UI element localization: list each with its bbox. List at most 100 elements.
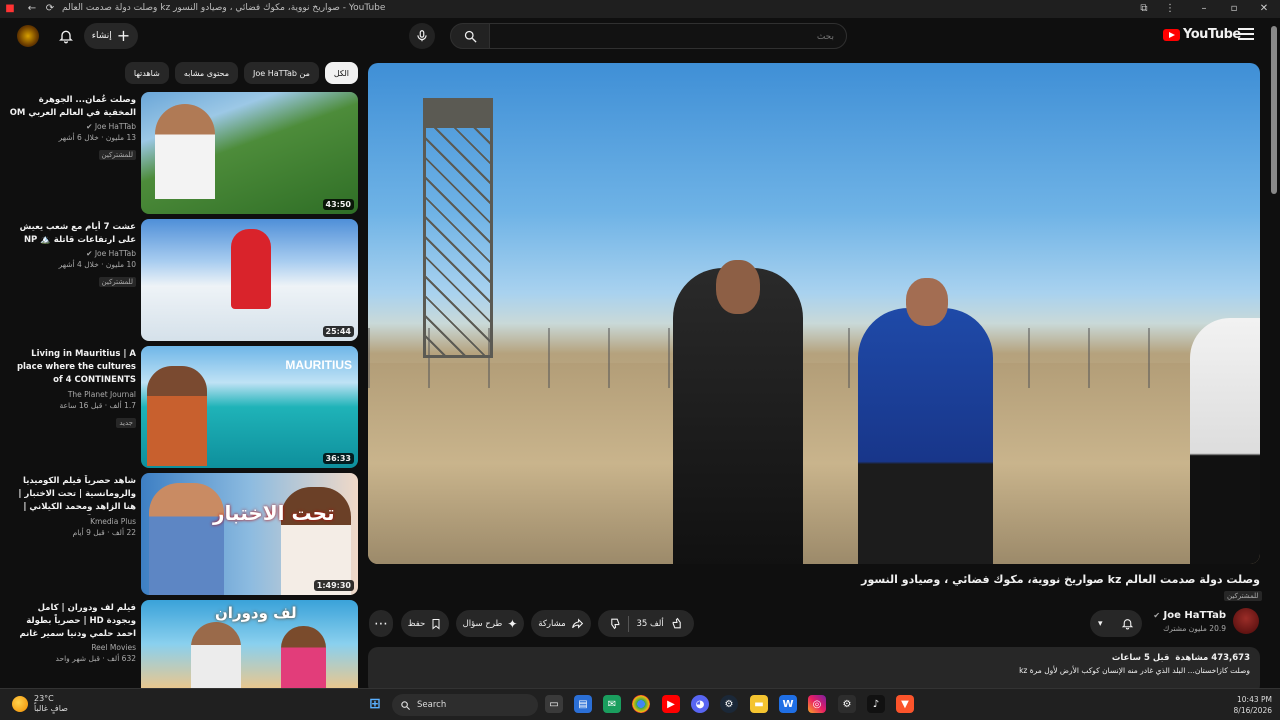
tiktok-icon[interactable]: ♪ <box>867 695 885 713</box>
recommendation-item[interactable]: تحت الاختبار 1:49:30 شاهد حصرياً فيلم ال… <box>8 473 358 595</box>
likes-count[interactable]: 35 ألف <box>636 619 663 629</box>
youtube-logo[interactable]: YouTube <box>1163 27 1241 42</box>
close-icon[interactable]: ✕ <box>1258 3 1270 15</box>
chat-icon[interactable]: ✉ <box>603 695 621 713</box>
explorer-icon[interactable]: ▬ <box>750 695 768 713</box>
video-title[interactable]: Living in Mauritius | A place where the … <box>8 348 136 388</box>
chip-related[interactable]: محتوى مشابه <box>174 62 238 84</box>
channel-name[interactable]: Joe HaTTab ✔ <box>8 122 136 131</box>
instagram-icon[interactable]: ◎ <box>808 695 826 713</box>
thumbnail-text: تحت الاختبار <box>213 501 335 525</box>
duration-badge: 25:44 <box>322 326 354 337</box>
thumbnail-text: لف ودوران <box>215 604 297 622</box>
reload-icon[interactable]: ⟳ <box>44 3 56 15</box>
more-horiz-icon: ⋯ <box>374 615 388 632</box>
channel-name[interactable]: The Planet Journal <box>8 390 136 399</box>
taskbar-search-label: Search <box>417 700 447 710</box>
thumbnail[interactable]: تحت الاختبار 1:49:30 <box>141 473 358 595</box>
page-scrollbar[interactable] <box>1271 26 1277 194</box>
video-title[interactable]: عشت 7 أيام مع شعب يعيش على ارتفاعات قاتل… <box>8 221 136 247</box>
channel-name-text: Joe HaTTab <box>94 122 136 131</box>
recommendation-item[interactable]: 25:44 عشت 7 أيام مع شعب يعيش على ارتفاعا… <box>8 219 358 341</box>
back-arrow-icon[interactable]: ← <box>26 3 38 15</box>
recommendation-item[interactable]: لف ودوران فيلم لف ودوران | كامل وبجودة H… <box>8 600 358 688</box>
start-icon[interactable]: ⊞ <box>366 695 384 713</box>
members-badge: للمشتركين <box>98 277 136 287</box>
search-button[interactable] <box>450 23 490 49</box>
like-dislike-group: 35 ألف <box>598 610 694 637</box>
settings-icon[interactable]: ⚙ <box>838 695 856 713</box>
store-icon[interactable]: ▤ <box>574 695 592 713</box>
channel-avatar[interactable] <box>1233 608 1259 634</box>
chip-all[interactable]: الكل <box>324 62 358 84</box>
new-badge: جديد <box>116 418 136 428</box>
app-icon[interactable]: W <box>779 695 797 713</box>
chip-from-channel[interactable]: من Joe HaTTab <box>244 62 319 84</box>
taskbar-clock[interactable]: 10:43 PM 8/16/2026 <box>1222 694 1272 716</box>
weather-widget[interactable]: 23°C صافٍ غالباً <box>12 694 68 714</box>
taskview-icon[interactable]: ▭ <box>545 695 563 713</box>
ask-label: طرح سؤال <box>462 618 503 629</box>
dislike-icon[interactable] <box>608 617 621 630</box>
verified-icon: ✔ <box>86 249 93 258</box>
search-input[interactable] <box>490 25 846 49</box>
youtube-icon[interactable]: ▶ <box>662 695 680 713</box>
description-text: وصلت كازاخستان... البلد الذي غادر منه ال… <box>1019 666 1250 675</box>
views-count: 1.7 ألف <box>109 401 136 410</box>
recommendation-item[interactable]: MAURITIUS 36:33 Living in Mauritius | A … <box>8 346 358 468</box>
channel-name-main[interactable]: ✔ Joe HaTTab <box>1120 610 1226 621</box>
duration-badge: 43:50 <box>322 199 354 210</box>
extensions-icon[interactable]: ⧉ <box>1138 3 1150 15</box>
upload-age: قبل 9 أيام <box>72 528 105 537</box>
related-filter-chips: الكل من Joe HaTTab محتوى مشابه شاهدتها <box>124 62 358 85</box>
thumbnail[interactable]: لف ودوران <box>141 600 358 688</box>
like-icon[interactable] <box>671 617 684 630</box>
create-button[interactable]: إنشاء + <box>84 23 138 49</box>
hamburger-icon[interactable] <box>1238 28 1254 42</box>
youtube-play-icon <box>1163 28 1180 41</box>
video-frame-host <box>673 260 803 564</box>
duration-badge: 1:49:30 <box>313 580 354 591</box>
video-stats: 632 ألف · قبل شهر واحد <box>55 654 136 663</box>
video-player[interactable] <box>368 63 1260 564</box>
chip-watched[interactable]: شاهدتها <box>124 62 169 84</box>
upload-age: خلال 6 أشهر <box>58 133 99 142</box>
more-actions-button[interactable]: ⋯ <box>369 610 393 637</box>
maximize-icon[interactable]: ▫ <box>1228 3 1240 15</box>
minimize-icon[interactable]: – <box>1198 3 1210 15</box>
video-title[interactable]: فيلم لف ودوران | كامل وبجودة HD | حصرياً… <box>8 602 136 641</box>
thumbnail-person <box>147 366 207 466</box>
video-title[interactable]: وصلت عُمان... الجوهرة المخفية في العالم … <box>8 94 136 120</box>
video-frame-fence <box>368 328 1260 388</box>
channel-name[interactable]: Reel Movies <box>8 643 136 652</box>
recommendation-item[interactable]: 43:50 وصلت عُمان... الجوهرة المخفية في ا… <box>8 92 358 214</box>
video-title[interactable]: شاهد حصرياً فيلم الكوميديا والرومانسية |… <box>8 475 136 515</box>
kebab-icon[interactable]: ⋮ <box>1164 3 1176 15</box>
video-title-main: وصلت دولة صدمت العالم kz صواريخ نووية، م… <box>861 573 1260 586</box>
steam-icon[interactable]: ⚙ <box>720 695 738 713</box>
description-stats: 473,673 مشاهدة قبل 5 ساعات <box>378 653 1250 663</box>
notifications-button[interactable] <box>56 26 76 46</box>
search-box[interactable] <box>489 23 847 49</box>
channel-name[interactable]: Joe HaTTab ✔ <box>8 249 136 258</box>
tab-title[interactable]: وصلت دولة صدمت العالم kz صواريخ نووية، م… <box>62 3 385 13</box>
voice-search-button[interactable] <box>409 23 435 49</box>
share-button[interactable]: مشاركة <box>531 610 591 637</box>
channel-name-text: Joe HaTTab <box>94 249 136 258</box>
thumbnail[interactable]: 25:44 <box>141 219 358 341</box>
masthead: إنشاء + YouTube <box>0 18 1280 56</box>
discord-icon[interactable]: ◕ <box>691 695 709 713</box>
ask-button[interactable]: طرح سؤال ✦ <box>456 610 524 637</box>
duration-badge: 36:33 <box>322 453 354 464</box>
brave-icon[interactable]: ▼ <box>896 695 914 713</box>
thumbnail[interactable]: MAURITIUS 36:33 <box>141 346 358 468</box>
save-button[interactable]: حفظ <box>401 610 449 637</box>
chrome-icon[interactable] <box>632 695 650 713</box>
taskbar-search[interactable]: Search <box>392 694 538 716</box>
channel-name[interactable]: Kmedia Plus <box>8 517 136 526</box>
upload-age: قبل 16 ساعة <box>59 401 103 410</box>
youtube-favicon-icon: ■ <box>5 3 15 14</box>
members-only-badge: للمشتركين <box>1224 591 1262 601</box>
account-avatar[interactable] <box>17 25 39 47</box>
thumbnail[interactable]: 43:50 <box>141 92 358 214</box>
